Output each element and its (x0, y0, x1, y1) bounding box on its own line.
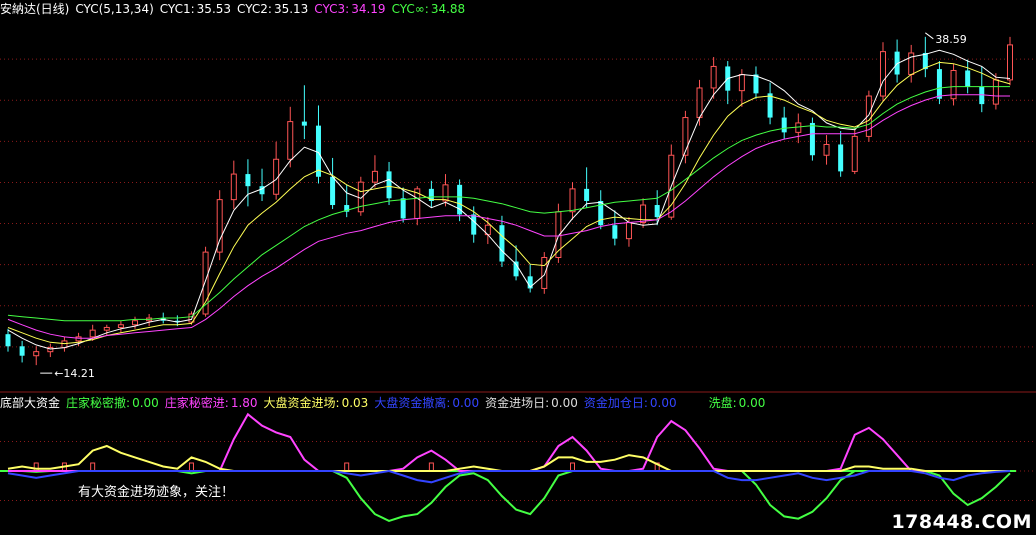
cyc-line-2 (7, 61, 1011, 345)
xipan-value: 0.00 (738, 396, 766, 410)
zhuang-jin-label: 庄家秘密进: (164, 396, 229, 410)
signal-stem (188, 462, 194, 472)
cyc1-label: CYC1: (159, 2, 195, 16)
candle-body (838, 144, 844, 172)
candle-body (19, 346, 25, 356)
signal-stem (33, 462, 39, 472)
lower-line-3 (7, 444, 1010, 472)
candle-body (809, 122, 815, 156)
candle-body (386, 171, 392, 199)
candle-body (992, 79, 999, 105)
dapan-che-value: 0.00 (452, 396, 480, 410)
stock-title: 安納达(日线) (0, 2, 70, 16)
candle-body (5, 334, 11, 347)
candle-body (569, 188, 576, 213)
upper-indicator-header: 安納达(日线) CYC(5,13,34) CYC1: 35.53 CYC2: 35.13 C… (0, 0, 471, 18)
zijin-jin-value: 0.00 (551, 396, 578, 410)
lower-indicator-header: 底部大资金 庄家秘密撤: 0.00 庄家秘密进: 1.80 大盘资金进场: 0.03 大盘资金… (0, 394, 771, 412)
candle-body (330, 176, 336, 206)
lower-title: 底部大资金 (0, 396, 61, 410)
candle-body (245, 174, 251, 187)
cyc3-value: 34.19 (351, 2, 386, 16)
zijin-jia-value: 0.00 (649, 396, 677, 410)
dapan-jin-label: 大盘资金进场: (263, 396, 340, 410)
candle-body (541, 256, 548, 289)
cycinf-value: 34.88 (430, 2, 466, 16)
low-label: ←14.21 (54, 367, 95, 380)
cyc-line-4 (7, 86, 1010, 322)
candle-body (738, 74, 745, 92)
candle-body (471, 214, 477, 235)
cyc2-label: CYC2: (237, 2, 272, 16)
cyc-line-3 (7, 94, 1010, 339)
cyc3-label: CYC3: (314, 2, 350, 16)
candlestick-chart: 38.59 ←14.21 (0, 32, 1036, 522)
lower-note: 有大资金进场迹象，关注！ (78, 485, 235, 500)
candle-body (823, 143, 830, 156)
zijin-jin-label: 资金进场日: (485, 396, 550, 410)
candle-body (936, 69, 942, 99)
candle-body (371, 170, 378, 183)
candle-body (781, 117, 787, 133)
watermark: 178448.COM (891, 511, 1032, 533)
cyc-line-1 (7, 49, 1011, 350)
cyc2-value: 35.13 (273, 2, 309, 16)
candle-body (612, 225, 618, 239)
cycinf-label: CYC∞: (391, 2, 429, 16)
signal-stem (570, 462, 576, 472)
candle-body (851, 135, 858, 172)
zhuang-che-label: 庄家秘密撤: (66, 396, 131, 410)
candle-body (965, 70, 971, 87)
candle-body (132, 320, 139, 326)
candle-body (315, 125, 321, 177)
zhuang-jin-value: 1.80 (230, 396, 258, 410)
high-label: 38.59 (935, 33, 967, 46)
candle-body (696, 87, 703, 119)
candle-body (89, 329, 96, 338)
candle-body (230, 173, 237, 201)
xipan-label: 洗盘: (708, 396, 737, 410)
candle-body (103, 326, 110, 331)
candle-body (287, 121, 294, 160)
cyc1-value: 35.53 (196, 2, 232, 16)
dapan-jin-value: 0.03 (341, 396, 369, 410)
signal-stem (428, 462, 434, 472)
candle-body (1007, 44, 1013, 81)
candle-body (654, 205, 660, 218)
candle-body (682, 117, 689, 156)
candle-body (400, 198, 406, 219)
candle-body (301, 121, 307, 126)
signal-stem (344, 462, 350, 472)
candle-body (33, 351, 40, 357)
candle-body (753, 74, 759, 94)
candle-body (879, 51, 886, 97)
zijin-jia-label: 资金加仓日: (583, 396, 648, 410)
indicator-name: CYC(5,13,34) (75, 2, 154, 16)
signal-stem (90, 462, 96, 472)
dapan-che-label: 大盘资金撤离: (374, 396, 451, 410)
zhuang-che-value: 0.00 (132, 396, 159, 410)
candle-body (625, 222, 632, 240)
candle-body (979, 86, 985, 105)
candle-body (442, 184, 449, 202)
candle-body (710, 65, 717, 89)
candle-body (75, 336, 82, 342)
candle-body (584, 188, 590, 201)
high-arrow (925, 32, 934, 40)
lower-line-2 (8, 412, 1010, 472)
candle-body (499, 225, 505, 262)
candle-body (117, 324, 124, 328)
